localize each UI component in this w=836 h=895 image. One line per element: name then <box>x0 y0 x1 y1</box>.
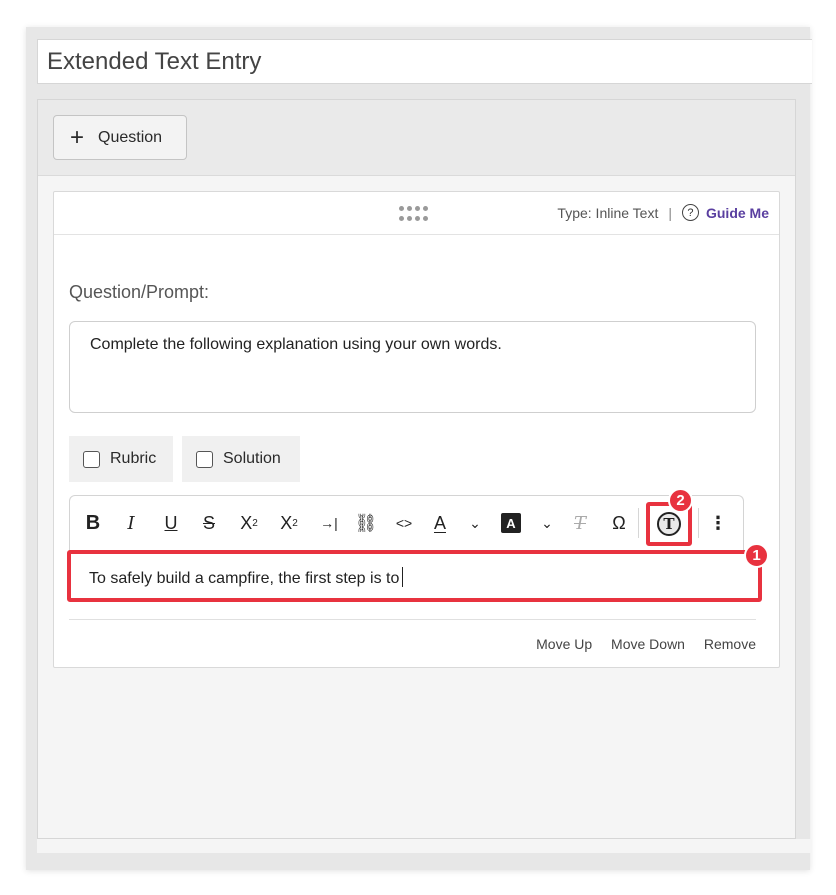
prompt-input[interactable]: Complete the following explanation using… <box>69 321 756 413</box>
link-icon[interactable]: ⛓ <box>354 510 378 536</box>
toolbar-divider <box>698 508 699 538</box>
rubric-toggle[interactable]: Rubric <box>69 436 173 482</box>
top-toolbar: + Question <box>38 100 795 176</box>
add-question-label: Question <box>98 128 163 146</box>
strikethrough-icon[interactable]: S <box>200 510 218 536</box>
clear-format-icon[interactable]: T <box>568 510 592 536</box>
question-card: Type: Inline Text | ? Guide Me Question/… <box>53 191 780 668</box>
bottom-strip <box>37 839 812 853</box>
rich-text-toolbar: B I U S X2 X2 →| ⛓ <> A ⌄ A ⌄ T Ω T ⋮ <box>69 495 744 551</box>
solution-label: Solution <box>223 450 281 467</box>
rubric-checkbox[interactable] <box>83 450 100 468</box>
special-character-icon[interactable]: Ω <box>608 510 630 536</box>
guide-me-link[interactable]: Guide Me <box>706 205 769 221</box>
text-color-icon[interactable]: A <box>430 510 450 536</box>
text-entry-icon: T <box>657 512 681 536</box>
code-icon[interactable]: <> <box>392 510 416 536</box>
remove-link[interactable]: Remove <box>704 636 756 652</box>
italic-icon[interactable]: I <box>122 510 140 536</box>
help-icon[interactable]: ? <box>681 204 699 221</box>
background-color-icon[interactable]: A <box>501 513 521 533</box>
underline-icon[interactable]: U <box>162 510 180 536</box>
rubric-label: Rubric <box>110 450 157 467</box>
bold-icon[interactable]: B <box>84 510 102 536</box>
superscript-icon[interactable]: X2 <box>276 510 302 536</box>
type-info: Type: Inline Text | ? Guide Me <box>557 204 769 221</box>
move-down-link[interactable]: Move Down <box>611 636 685 652</box>
plus-icon: + <box>70 123 85 151</box>
card-actions: Move Up Move Down Remove <box>521 636 756 652</box>
content-area: + Question Type: Inline Text | ? Guide M… <box>37 99 796 839</box>
chevron-down-icon[interactable]: ⌄ <box>468 510 482 536</box>
solution-toggle[interactable]: Solution <box>182 436 300 482</box>
subscript-icon[interactable]: X2 <box>236 510 262 536</box>
more-options-icon[interactable]: ⋮ <box>706 510 730 536</box>
indent-icon[interactable]: →| <box>314 510 344 536</box>
step-badge-2: 2 <box>668 488 693 513</box>
prompt-label: Question/Prompt: <box>69 282 210 302</box>
answer-text: To safely build a campfire, the first st… <box>89 570 400 587</box>
drag-handle-icon[interactable] <box>399 206 435 222</box>
card-header: Type: Inline Text | ? Guide Me <box>54 192 779 235</box>
toolbar-divider <box>638 508 639 538</box>
solution-checkbox[interactable] <box>196 450 213 468</box>
answer-text-field[interactable]: To safely build a campfire, the first st… <box>67 550 762 602</box>
move-up-link[interactable]: Move Up <box>536 636 592 652</box>
add-question-button[interactable]: + Question <box>53 115 187 160</box>
type-label: Type: Inline Text <box>557 204 659 221</box>
title-input[interactable]: Extended Text Entry <box>37 39 812 84</box>
card-divider <box>69 619 756 620</box>
type-separator: | <box>668 204 672 221</box>
editor-panel: Extended Text Entry + Question Type: Inl… <box>26 27 812 870</box>
text-caret <box>402 567 404 587</box>
step-badge-1: 1 <box>744 543 769 568</box>
chevron-down-icon[interactable]: ⌄ <box>540 510 554 536</box>
